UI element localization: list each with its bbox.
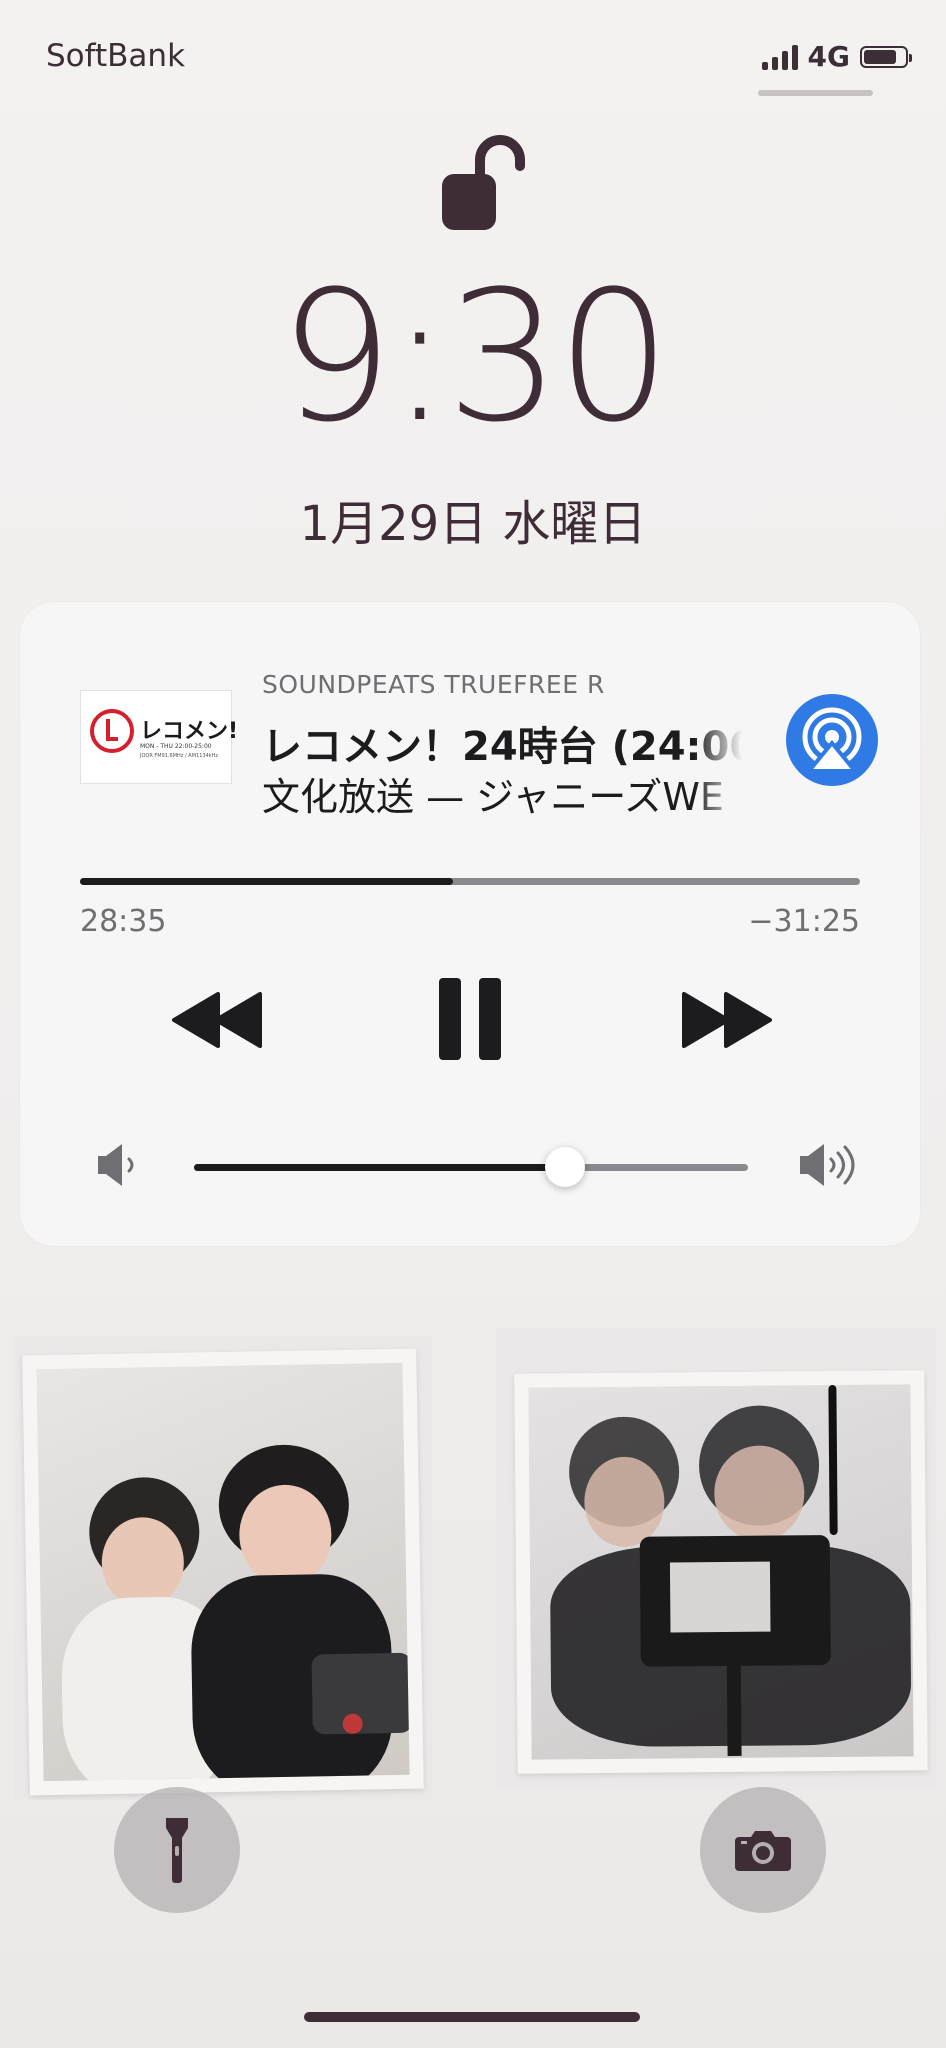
playback-scrubber[interactable] — [80, 878, 860, 885]
camera-button[interactable] — [700, 1787, 826, 1913]
wallpaper-photo-left — [14, 1336, 432, 1800]
fast-forward-button[interactable] — [680, 992, 774, 1052]
volume-slider[interactable] — [194, 1147, 748, 1187]
elapsed-time: 28:35 — [80, 904, 167, 939]
carrier-name: SoftBank — [46, 38, 186, 74]
track-artist[interactable]: 文化放送 — ジャニーズWE — [262, 766, 742, 821]
flashlight-icon — [166, 1818, 188, 1883]
speaker-high-icon — [796, 1142, 866, 1192]
flashlight-button[interactable] — [114, 1787, 240, 1913]
track-title[interactable]: レコメン！24時台 (24:00 — [262, 714, 742, 772]
artwork-logo-text: レコメン! — [140, 719, 239, 744]
airplay-button[interactable] — [786, 694, 878, 786]
remaining-time: −31:25 — [748, 904, 860, 939]
fast-forward-icon — [682, 992, 772, 1048]
pause-icon — [439, 978, 501, 1060]
album-artwork[interactable]: レコメン! MON - THU 22:00-25:00 JOQR FM91.6M… — [80, 690, 238, 784]
lock-screen: SoftBank 4G 9:30 1月29日 水曜日 レコメン! MON - T… — [0, 0, 946, 2048]
airplay-audio-icon — [802, 707, 862, 773]
signal-strength-icon — [761, 44, 798, 70]
artwork-schedule-text: MON - THU 22:00-25:00 — [140, 743, 212, 750]
home-indicator[interactable] — [304, 2012, 640, 2022]
station-logo-mark — [90, 709, 134, 753]
rewind-button[interactable] — [170, 992, 264, 1052]
unlocked-padlock-icon — [432, 130, 532, 238]
speaker-low-icon — [94, 1142, 142, 1192]
camera-icon — [735, 1831, 791, 1871]
network-type: 4G — [807, 40, 850, 73]
status-indicators: 4G — [761, 40, 912, 73]
wallpaper-photo-right — [496, 1328, 936, 1790]
now-playing-widget[interactable]: レコメン! MON - THU 22:00-25:00 JOQR FM91.6M… — [20, 602, 920, 1246]
battery-icon — [860, 45, 912, 68]
pause-button[interactable] — [435, 974, 505, 1068]
output-device-name: SOUNDPEATS TRUEFREE R — [262, 670, 605, 699]
clock-date: 1月29日 水曜日 — [299, 496, 647, 552]
rewind-icon — [172, 992, 262, 1048]
volume-knob[interactable] — [545, 1147, 586, 1187]
artwork-station-text: JOQR FM91.6MHz / AM1134kHz — [140, 753, 219, 759]
playback-progress — [80, 878, 453, 885]
volume-level — [194, 1164, 566, 1171]
control-center-handle[interactable] — [758, 90, 873, 96]
clock-time: 9:30 — [278, 253, 671, 462]
